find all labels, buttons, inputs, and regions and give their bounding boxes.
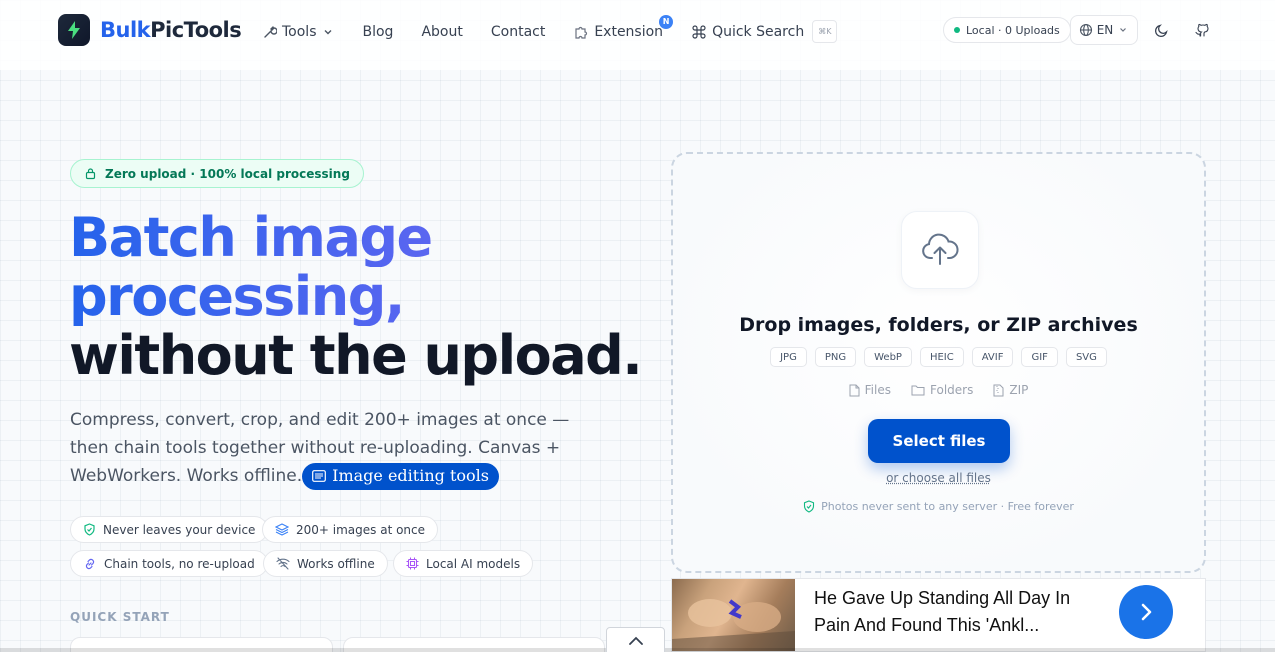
ad-collapse-button[interactable]: [606, 627, 665, 652]
nav-about-label: About: [421, 24, 462, 40]
format-chip: AVIF: [972, 347, 1014, 367]
format-chip: SVG: [1066, 347, 1107, 367]
feature-label: Never leaves your device: [103, 523, 255, 537]
ad-image: [672, 579, 795, 652]
brand-suffix: PicTools: [150, 18, 241, 42]
zero-upload-badge: Zero upload · 100% local processing: [70, 159, 364, 188]
chevron-down-icon: [321, 25, 335, 39]
nav-blog[interactable]: Blog: [363, 24, 394, 40]
nav-blog-label: Blog: [363, 24, 394, 40]
feature-label: Works offline: [297, 557, 375, 571]
feature-works-offline: Works offline: [263, 550, 388, 577]
shortcut-key: ⌘K: [812, 20, 837, 43]
format-chip: PNG: [815, 347, 856, 367]
nav-quick-search-label: Quick Search: [712, 24, 804, 40]
nav-about[interactable]: About: [421, 24, 462, 40]
nav-extension-label: Extension: [594, 24, 663, 40]
wifi-off-icon: [276, 557, 290, 570]
brand-prefix: Bulk: [100, 18, 150, 42]
source-files: Files: [849, 383, 891, 397]
feature-label: 200+ images at once: [296, 523, 425, 537]
theme-toggle[interactable]: [1152, 20, 1172, 40]
source-label: Folders: [930, 383, 973, 397]
hero-title-line-2: processing,: [69, 267, 669, 326]
new-badge: N: [659, 15, 673, 29]
select-files-button[interactable]: Select files: [868, 419, 1010, 463]
feature-label: Local AI models: [426, 557, 520, 571]
upload-status: Local · 0 Uploads: [943, 17, 1071, 43]
shield-check-icon: [803, 500, 815, 513]
brand-logo[interactable]: BulkPicTools: [58, 14, 241, 46]
zero-upload-badge-text: Zero upload · 100% local processing: [105, 167, 350, 181]
image-editing-tools-label: Image editing tools: [332, 462, 489, 490]
puzzle-icon: [573, 24, 589, 40]
feature-label: Chain tools, no re-upload: [104, 557, 255, 571]
lightning-icon: [58, 14, 90, 46]
brand-name: BulkPicTools: [100, 18, 241, 42]
status-dot: [954, 27, 960, 33]
drop-zone[interactable]: Drop images, folders, or ZIP archives JP…: [671, 152, 1206, 573]
folder-icon: [911, 384, 925, 396]
format-chip: WebP: [864, 347, 912, 367]
source-folders: Folders: [911, 383, 973, 397]
source-label: ZIP: [1009, 383, 1028, 397]
github-icon: [1194, 22, 1210, 38]
nav-contact[interactable]: Contact: [491, 24, 545, 40]
upload-icon-box: [901, 211, 979, 289]
nav-extension[interactable]: Extension N: [573, 24, 663, 40]
ad-headline[interactable]: He Gave Up Standing All Day In Pain And …: [814, 585, 1084, 639]
language-select[interactable]: EN: [1070, 15, 1138, 45]
chevron-down-icon: [1117, 24, 1129, 36]
github-link[interactable]: [1192, 20, 1212, 40]
moon-icon: [1154, 22, 1170, 38]
privacy-note: Photos never sent to any server · Free f…: [673, 500, 1204, 513]
nav-tools[interactable]: Tools: [263, 24, 335, 40]
archive-icon: [993, 384, 1004, 397]
upload-status-text: Local · 0 Uploads: [966, 24, 1060, 37]
feature-local-ai: Local AI models: [393, 550, 533, 577]
chevron-up-icon: [627, 635, 645, 647]
ad-next-button[interactable]: [1119, 585, 1173, 639]
feature-200-images: 200+ images at once: [262, 516, 438, 543]
globe-icon: [1079, 23, 1093, 37]
hero-title-line-1: Batch image: [69, 208, 669, 267]
hero-description: Compress, convert, crop, and edit 200+ i…: [70, 406, 600, 490]
file-icon: [849, 384, 860, 397]
feature-never-leaves: Never leaves your device: [70, 516, 268, 543]
lock-icon: [84, 167, 97, 180]
advertisement[interactable]: He Gave Up Standing All Day In Pain And …: [671, 578, 1206, 652]
link-icon: [83, 557, 97, 571]
format-chip: HEIC: [920, 347, 964, 367]
layers-icon: [275, 523, 289, 536]
wrench-icon: [263, 25, 277, 39]
hero-title-line-3: without the upload.: [69, 326, 669, 385]
language-label: EN: [1097, 23, 1114, 37]
hero-title: Batch image processing, without the uplo…: [69, 208, 669, 385]
image-editing-tools-tag[interactable]: Image editing tools: [302, 463, 499, 490]
main-nav: Tools Blog About Contact Extension N Qui…: [263, 20, 865, 43]
supported-formats: JPG PNG WebP HEIC AVIF GIF SVG: [673, 347, 1204, 367]
drop-zone-title: Drop images, folders, or ZIP archives: [673, 314, 1204, 336]
feature-chain-tools: Chain tools, no re-upload: [70, 550, 268, 577]
nav-contact-label: Contact: [491, 24, 545, 40]
source-label: Files: [865, 383, 891, 397]
top-header: BulkPicTools Tools Blog About Contact Ex…: [0, 0, 1275, 70]
choose-all-files-link[interactable]: or choose all files: [673, 471, 1204, 485]
cpu-icon: [406, 557, 419, 570]
privacy-note-text: Photos never sent to any server · Free f…: [821, 500, 1074, 513]
shield-check-icon: [83, 523, 96, 536]
command-icon: [691, 24, 707, 40]
input-sources: Files Folders ZIP: [673, 383, 1204, 397]
nav-tools-label: Tools: [282, 24, 317, 40]
format-chip: JPG: [770, 347, 807, 367]
list-icon: [312, 470, 326, 482]
format-chip: GIF: [1021, 347, 1057, 367]
chevron-right-icon: [1135, 601, 1157, 623]
source-zip: ZIP: [993, 383, 1028, 397]
cloud-upload-icon: [921, 233, 959, 267]
nav-quick-search[interactable]: Quick Search ⌘K: [691, 20, 837, 43]
quick-start-label: QUICK START: [70, 610, 170, 624]
